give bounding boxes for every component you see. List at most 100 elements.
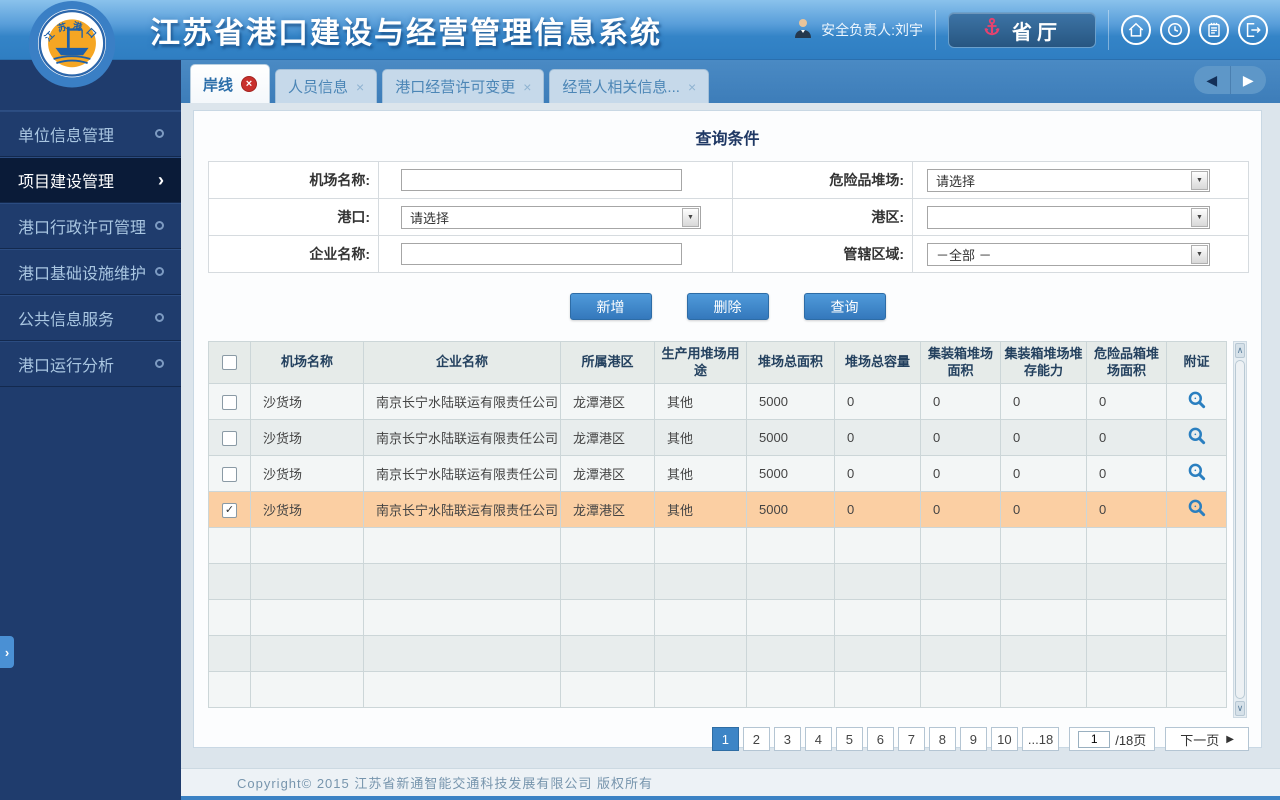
- attachment-cell[interactable]: [1166, 419, 1227, 456]
- attachment-cell[interactable]: [1166, 455, 1227, 492]
- chevron-down-icon: ▼: [682, 207, 699, 227]
- cell: 沙货场: [250, 419, 364, 456]
- add-button[interactable]: 新增: [569, 293, 652, 320]
- cell: 沙货场: [250, 455, 364, 492]
- cell: [746, 635, 835, 672]
- header-row: 机场名称 企业名称 所属港区 生产用堆场用途 堆场总面积 堆场总容量 集装箱堆场面积 集装箱堆…: [208, 341, 1227, 384]
- cell: 其他: [654, 383, 747, 420]
- notes-icon[interactable]: [1199, 15, 1229, 45]
- page-jump-input[interactable]: [1078, 730, 1111, 748]
- page-button-9[interactable]: 9: [959, 727, 987, 751]
- chevron-right-icon: ›: [158, 169, 164, 190]
- select-all-checkbox[interactable]: [222, 355, 237, 371]
- scrollbar-thumb[interactable]: [1235, 360, 1245, 699]
- cell: [363, 527, 561, 564]
- sidebar-item-5[interactable]: 公共信息服务: [0, 295, 181, 341]
- cell: 0: [920, 419, 1001, 456]
- cell: [560, 527, 655, 564]
- scrollbar-track[interactable]: [1234, 359, 1246, 700]
- tab-1[interactable]: 岸线 ×: [190, 64, 271, 103]
- tab-close-icon[interactable]: ×: [688, 79, 696, 95]
- tab-2[interactable]: 人员信息 ×: [275, 69, 378, 103]
- page-button-4[interactable]: 4: [804, 727, 832, 751]
- sidebar-item-2[interactable]: 项目建设管理 ›: [0, 157, 181, 203]
- sidebar-item-3[interactable]: 港口行政许可管理: [0, 203, 181, 249]
- field-label: 机场名称:: [208, 161, 379, 199]
- delete-button[interactable]: 删除: [686, 293, 769, 320]
- row-checkbox[interactable]: [222, 394, 237, 410]
- query-select-1-1[interactable]: ▼: [927, 205, 1210, 229]
- table-row: ✓ 沙货场 南京长宁水陆联运有限责任公司 龙潭港区 其他 5000 0 0 0 0: [208, 491, 1227, 528]
- query-input-0-0[interactable]: [401, 169, 682, 191]
- attachment-cell[interactable]: [1166, 491, 1227, 528]
- search-button[interactable]: 查询: [803, 293, 886, 320]
- page-button-...18[interactable]: ...18: [1021, 727, 1060, 751]
- page-button-10[interactable]: 10: [990, 727, 1018, 751]
- sidebar-expand-handle[interactable]: ›: [0, 636, 14, 668]
- column-header: 堆场总容量: [834, 341, 921, 384]
- sidebar-item-6[interactable]: 港口运行分析: [0, 341, 181, 387]
- cell: 沙货场: [250, 491, 364, 528]
- checkbox-cell: [208, 383, 251, 420]
- tab-scroll-forward-icon[interactable]: ▶: [1231, 66, 1267, 94]
- tab-4[interactable]: 经营人相关信息... ×: [549, 69, 710, 103]
- scroll-up-icon[interactable]: ∧: [1235, 343, 1245, 358]
- cell: 5000: [746, 491, 835, 528]
- sidebar-item-label: 单位信息管理: [18, 127, 115, 145]
- tab-label: 岸线: [203, 76, 234, 94]
- attachment-cell[interactable]: [1166, 383, 1227, 420]
- app-logo: 江苏港口: [26, 0, 118, 99]
- column-header: 集装箱堆场面积: [920, 341, 1001, 384]
- clock-icon[interactable]: [1160, 15, 1190, 45]
- field-label: 危险品堆场:: [732, 161, 913, 199]
- tab-close-icon[interactable]: ×: [523, 79, 531, 95]
- cell: 0: [1086, 419, 1167, 456]
- page-button-3[interactable]: 3: [773, 727, 801, 751]
- page-button-7[interactable]: 7: [897, 727, 925, 751]
- circle-indicator-icon: [155, 267, 164, 276]
- next-page-button[interactable]: 下一页 ▶: [1165, 727, 1249, 751]
- cell: 0: [834, 419, 921, 456]
- page-button-8[interactable]: 8: [928, 727, 956, 751]
- row-checkbox[interactable]: [222, 466, 237, 482]
- row-checkbox[interactable]: ✓: [222, 502, 237, 518]
- home-icon[interactable]: [1121, 15, 1151, 45]
- page-button-2[interactable]: 2: [742, 727, 770, 751]
- column-header: 集装箱堆场堆存能力: [1000, 341, 1087, 384]
- page-button-1[interactable]: 1: [711, 727, 739, 751]
- tab-scroll-back-icon[interactable]: ◀: [1194, 66, 1231, 94]
- cell: [250, 599, 364, 636]
- query-select-1-0[interactable]: 请选择 ▼: [401, 205, 701, 229]
- tab-close-icon[interactable]: ×: [356, 79, 364, 95]
- chevron-down-icon: ▼: [1191, 170, 1208, 190]
- query-select-2-1[interactable]: －全部 － ▼: [927, 242, 1210, 266]
- tab-close-icon[interactable]: ×: [241, 76, 258, 92]
- cell: [1000, 527, 1087, 564]
- cell: [1000, 671, 1087, 708]
- row-checkbox[interactable]: [222, 430, 237, 446]
- cell: 0: [920, 383, 1001, 420]
- cell: 5000: [746, 455, 835, 492]
- page-button-5[interactable]: 5: [835, 727, 863, 751]
- sidebar-item-4[interactable]: 港口基础设施维护: [0, 249, 181, 295]
- query-input-2-0[interactable]: [401, 243, 682, 265]
- query-select-0-1[interactable]: 请选择 ▼: [927, 168, 1210, 192]
- dept-button[interactable]: 省厅: [948, 12, 1096, 48]
- query-panel-title: 查询条件: [695, 131, 760, 148]
- page-button-6[interactable]: 6: [866, 727, 894, 751]
- scroll-down-icon[interactable]: ∨: [1235, 701, 1245, 716]
- sidebar-item-1[interactable]: 单位信息管理: [0, 111, 181, 157]
- checkbox-cell: [208, 419, 251, 456]
- table-row: [208, 563, 1227, 600]
- field-label: 港区:: [732, 198, 913, 236]
- select-value: －全部 －: [936, 247, 992, 263]
- cell: 0: [920, 491, 1001, 528]
- cell: [834, 599, 921, 636]
- cell: 0: [834, 455, 921, 492]
- logout-icon[interactable]: [1238, 15, 1268, 45]
- select-all-cell: [208, 341, 251, 384]
- data-grid-body: 沙货场 南京长宁水陆联运有限责任公司 龙潭港区 其他 5000 0 0 0 0 沙货场 南京长宁水陆…: [208, 383, 1227, 708]
- tab-3[interactable]: 港口经营许可变更 ×: [382, 69, 545, 103]
- data-grid: 机场名称 企业名称 所属港区 生产用堆场用途 堆场总面积 堆场总容量 集装箱堆场面积 集装箱堆…: [208, 341, 1227, 708]
- cell: [560, 671, 655, 708]
